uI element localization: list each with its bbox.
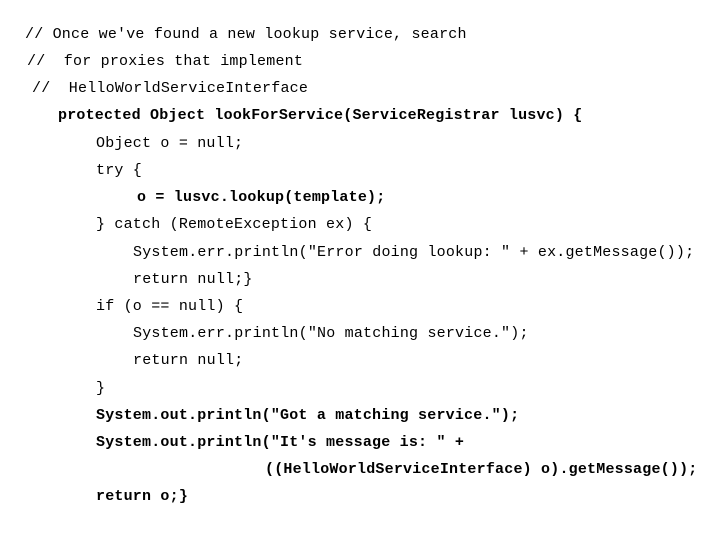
code-line-return-null: return null; [133, 352, 244, 369]
code-line-decl-object-o-null: Object o = null; [96, 135, 244, 152]
code-line-assign-lusvc-lookup: o = lusvc.lookup(template); [137, 189, 386, 206]
code-line-comment-once-we-found: // Once we've found a new lookup service… [25, 26, 467, 43]
code-line-close-brace-if: } [96, 380, 106, 397]
code-line-print-got-matching-service: System.out.println("Got a matching servi… [96, 407, 520, 424]
code-line-cast-getmessage-continuation: ((HelloWorldServiceInterface) o).getMess… [265, 461, 698, 478]
code-line-catch-remoteexception: } catch (RemoteException ex) { [96, 216, 373, 233]
code-line-print-its-message-is: System.out.println("It's message is: " + [96, 434, 465, 451]
code-line-comment-helloworld-interface: // HelloWorldServiceInterface [32, 80, 309, 97]
code-line-print-no-matching-service: System.err.println("No matching service.… [133, 325, 529, 342]
code-line-method-signature-lookforservice: protected Object lookForService(ServiceR… [58, 107, 583, 124]
code-line-return-o-close-brace: return o;} [96, 488, 189, 505]
code-line-if-o-equals-null: if (o == null) { [96, 298, 244, 315]
code-line-print-error-doing-lookup: System.err.println("Error doing lookup: … [133, 244, 695, 261]
code-line-return-null-close-brace: return null;} [133, 271, 253, 288]
code-slide: // Once we've found a new lookup service… [0, 0, 720, 540]
code-line-try-open: try { [96, 162, 143, 179]
code-line-comment-for-proxies: // for proxies that implement [27, 53, 304, 70]
